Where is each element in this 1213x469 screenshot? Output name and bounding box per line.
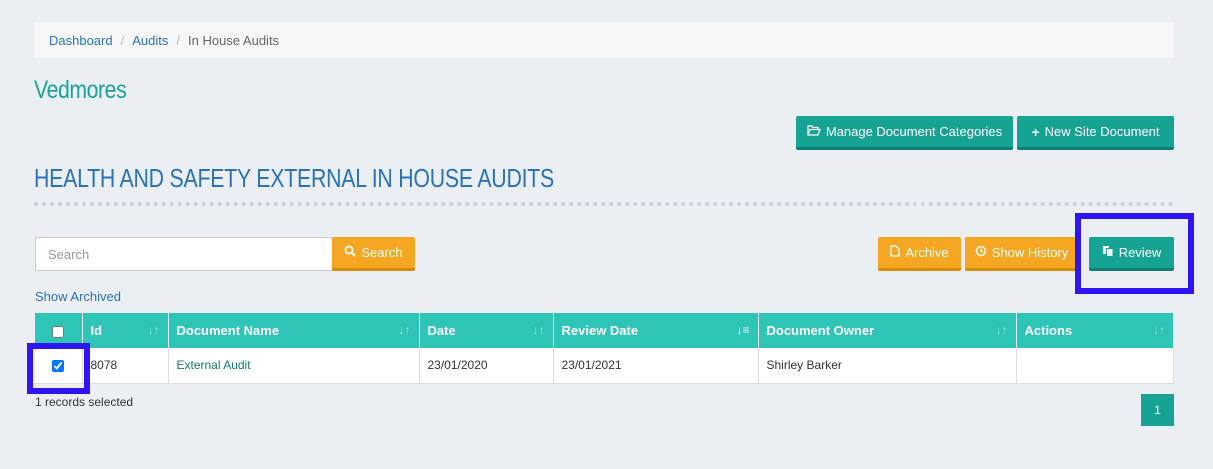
column-header-date[interactable]: Date ↓↑ bbox=[419, 313, 554, 348]
sort-icon: ↓↑ bbox=[995, 323, 1008, 337]
column-header-actions[interactable]: Actions ↓↑ bbox=[1016, 313, 1174, 348]
sort-icon: ↓↑ bbox=[398, 323, 411, 337]
new-doc-label: New Site Document bbox=[1044, 124, 1160, 139]
pagination-page-1[interactable]: 1 bbox=[1141, 394, 1174, 426]
new-site-document-button[interactable]: + New Site Document bbox=[1017, 116, 1174, 150]
folder-open-icon bbox=[806, 124, 821, 139]
sort-desc-icon: ↓≡ bbox=[736, 323, 750, 337]
file-icon bbox=[890, 245, 900, 260]
cell-id: 8078 bbox=[82, 348, 169, 384]
sort-icon: ↓↑ bbox=[532, 323, 545, 337]
column-label: Actions bbox=[1024, 323, 1073, 338]
history-label: Show History bbox=[991, 245, 1069, 260]
column-label: Date bbox=[427, 323, 456, 338]
select-all-checkbox[interactable] bbox=[52, 325, 65, 338]
cell-document-owner: Shirley Barker bbox=[758, 348, 1017, 384]
records-selected-text: 1 records selected bbox=[35, 395, 134, 409]
show-archived-link[interactable]: Show Archived bbox=[35, 289, 121, 304]
archive-label: Archive bbox=[905, 245, 949, 260]
archive-button[interactable]: Archive bbox=[878, 237, 961, 271]
search-button-label: Search bbox=[361, 245, 403, 260]
site-title: Vedmores bbox=[34, 76, 127, 104]
section-title: HEALTH AND SAFETY EXTERNAL IN HOUSE AUDI… bbox=[34, 163, 555, 193]
breadcrumb-current: In House Audits bbox=[188, 32, 280, 48]
history-icon bbox=[975, 245, 987, 260]
sort-icon: ↓↑ bbox=[1153, 323, 1165, 337]
breadcrumb: Dashboard / Audits / In House Audits bbox=[34, 22, 1174, 58]
breadcrumb-dashboard-link[interactable]: Dashboard bbox=[49, 33, 113, 48]
column-label: Document Owner bbox=[766, 323, 875, 338]
column-header-document-name[interactable]: Document Name ↓↑ bbox=[168, 313, 420, 348]
search-icon bbox=[344, 245, 357, 260]
documents-table: Id ↓↑ Document Name ↓↑ Date ↓↑ Review Date ↓… bbox=[35, 313, 1174, 384]
show-history-button[interactable]: Show History bbox=[965, 237, 1078, 271]
review-highlight-box bbox=[1075, 213, 1194, 294]
search-button[interactable]: Search bbox=[332, 237, 415, 271]
column-label: Review Date bbox=[561, 323, 639, 338]
breadcrumb-separator: / bbox=[176, 32, 180, 48]
cell-document-name: External Audit bbox=[168, 348, 420, 384]
column-header-review-date[interactable]: Review Date ↓≡ bbox=[553, 313, 759, 348]
column-header-id[interactable]: Id ↓↑ bbox=[82, 313, 169, 348]
divider bbox=[34, 202, 1174, 206]
manage-label: Manage Document Categories bbox=[825, 124, 1003, 139]
cell-review-date: 23/01/2021 bbox=[553, 348, 759, 384]
manage-document-categories-button[interactable]: Manage Document Categories bbox=[796, 116, 1013, 150]
breadcrumb-separator: / bbox=[120, 32, 125, 48]
table-header-row: Id ↓↑ Document Name ↓↑ Date ↓↑ Review Date ↓… bbox=[35, 313, 1174, 348]
plus-icon: + bbox=[1031, 123, 1040, 140]
search-input[interactable] bbox=[35, 237, 333, 271]
cell-date: 23/01/2020 bbox=[419, 348, 554, 384]
column-header-document-owner[interactable]: Document Owner ↓↑ bbox=[758, 313, 1017, 348]
cell-actions bbox=[1016, 348, 1174, 384]
checkbox-highlight-box bbox=[27, 343, 90, 394]
document-link[interactable]: External Audit bbox=[177, 358, 251, 372]
breadcrumb-audits-link[interactable]: Audits bbox=[132, 33, 168, 48]
sort-icon: ↓↑ bbox=[147, 323, 160, 337]
column-label: Id bbox=[90, 323, 103, 338]
table-row[interactable]: 8078 External Audit 23/01/2020 23/01/202… bbox=[35, 348, 1174, 384]
column-label: Document Name bbox=[176, 323, 280, 338]
